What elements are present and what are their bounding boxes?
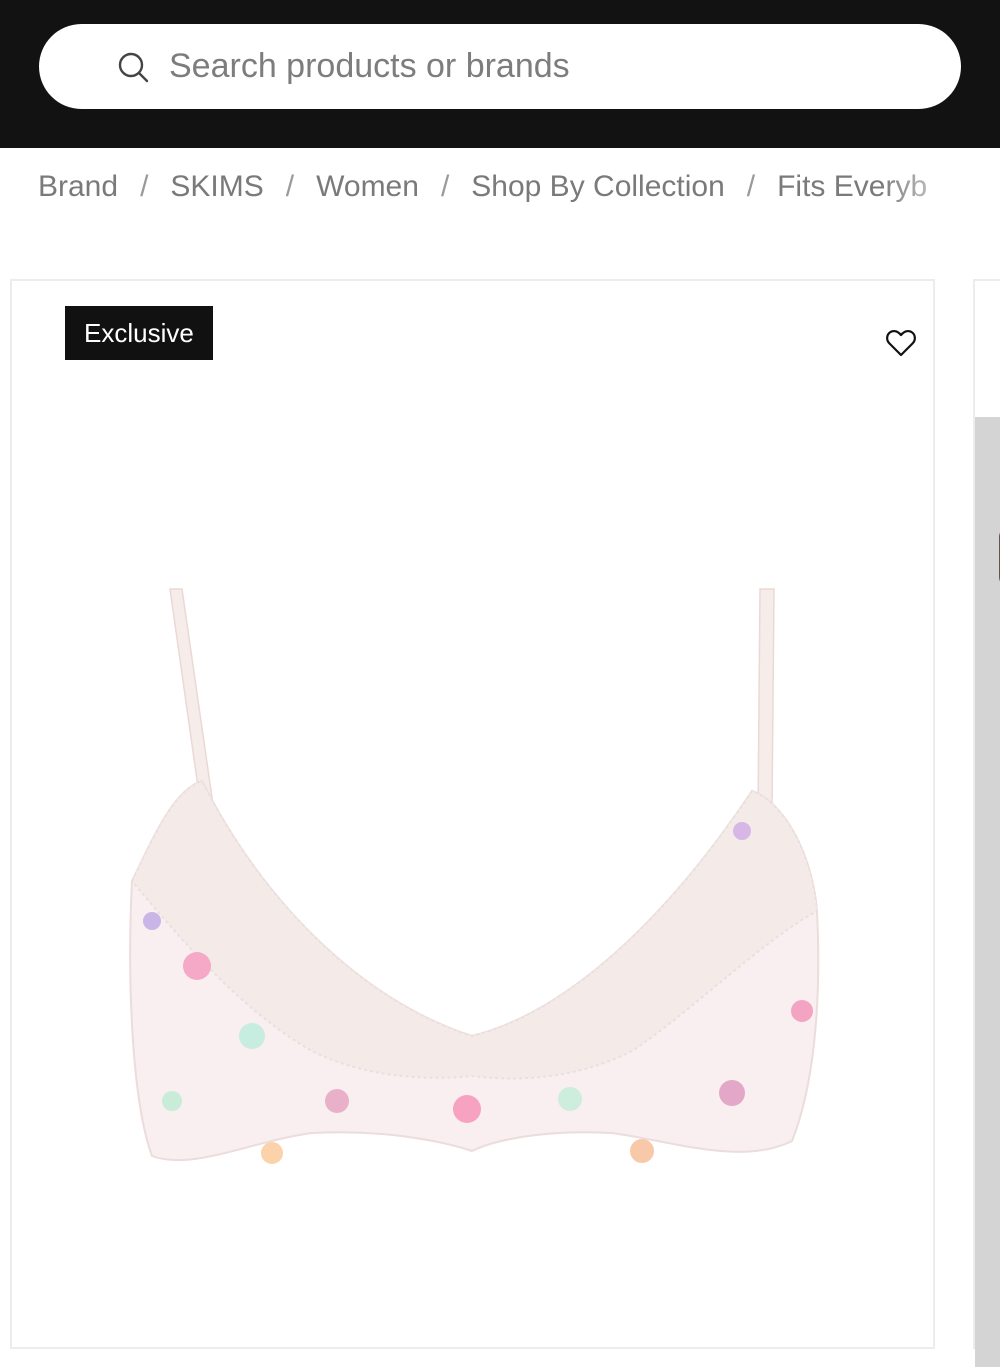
breadcrumb-separator: /: [746, 170, 756, 203]
search-input[interactable]: [169, 47, 949, 86]
heart-outline-icon[interactable]: [885, 327, 917, 359]
product-card[interactable]: Exclusive: [10, 279, 935, 1349]
breadcrumb-separator: /: [440, 170, 450, 203]
breadcrumb-women[interactable]: Women: [316, 170, 419, 204]
breadcrumb: Brand / SKIMS / Women / Shop By Collecti…: [38, 164, 1000, 210]
product-image[interactable]: [112, 581, 832, 1201]
breadcrumb-fade: [880, 164, 1000, 210]
bralette-straps: [169, 588, 775, 888]
breadcrumb-skims[interactable]: SKIMS: [170, 170, 263, 204]
breadcrumb-separator: /: [285, 170, 295, 203]
breadcrumb-brand[interactable]: Brand: [38, 170, 118, 204]
next-product-card[interactable]: [973, 279, 1000, 1367]
breadcrumb-shop-by-collection[interactable]: Shop By Collection: [471, 170, 724, 204]
breadcrumb-separator: /: [140, 170, 149, 203]
top-bar: [0, 0, 1000, 148]
search-bar[interactable]: [39, 24, 961, 109]
next-product-image[interactable]: [975, 417, 1000, 1367]
exclusive-badge: Exclusive: [65, 306, 213, 360]
search-icon: [118, 52, 149, 83]
